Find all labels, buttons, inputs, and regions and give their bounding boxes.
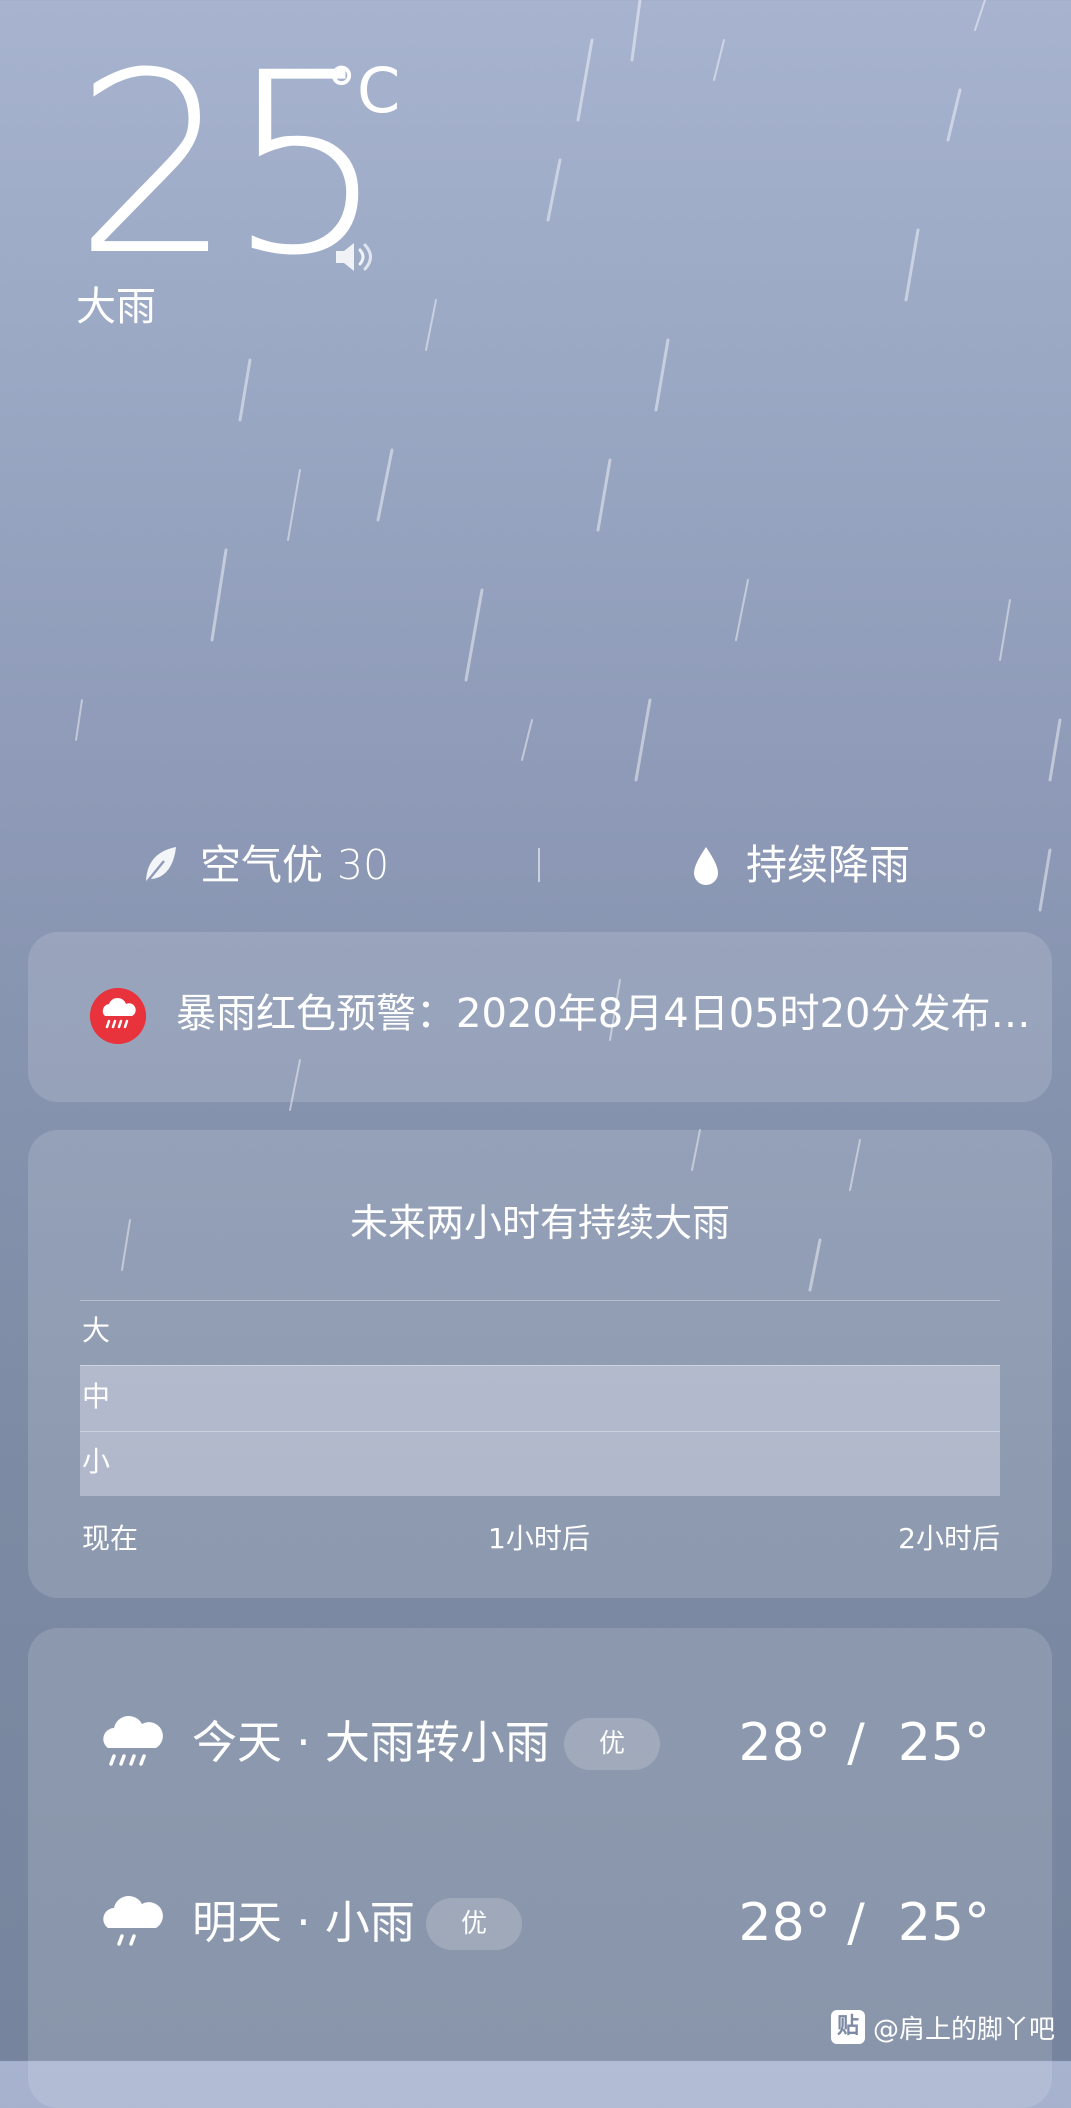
- daily-high: 28°: [738, 1713, 831, 1773]
- daily-temperature-range: 28° / 25°: [738, 1713, 990, 1773]
- air-quality-label: 空气优: [200, 841, 323, 889]
- info-row: 空气优 30 持续降雨: [0, 832, 1071, 898]
- daily-temperature-range: 28° / 25°: [738, 1893, 990, 1953]
- alert-text: 暴雨红色预警：2020年8月4日05时20分发布…: [176, 991, 1031, 1037]
- gridline-top: [80, 1300, 1000, 1301]
- level-label-heavy: 大: [82, 1314, 111, 1347]
- raindrop-icon: [694, 847, 718, 885]
- gridline-medium: [80, 1431, 1000, 1432]
- aqi-badge: 优: [426, 1898, 522, 1950]
- heavy-rain-icon: [103, 1715, 163, 1766]
- forecast-title: 未来两小时有持续大雨: [349, 1201, 730, 1245]
- daily-label: 今天 · 大雨转小雨: [192, 1716, 550, 1769]
- info-divider: [538, 848, 540, 882]
- watermark: 贴 @肩上的脚丫吧: [830, 2006, 1055, 2048]
- rain-status-button[interactable]: 持续降雨: [692, 832, 910, 898]
- air-quality-value: 30: [337, 841, 390, 889]
- level-label-medium: 中: [82, 1380, 111, 1413]
- rain-status-label: 持续降雨: [746, 841, 910, 889]
- precipitation-forecast-card[interactable]: 未来两小时有持续大雨 大 中 小 现在 1小时后 2小时后: [28, 1130, 1052, 1598]
- tieba-logo-icon: 贴: [830, 2010, 865, 2044]
- weather-alert-card[interactable]: 暴雨红色预警：2020年8月4日05时20分发布…: [28, 932, 1052, 1102]
- weather-screen: { "current": { "temperature": "25", "uni…: [0, 0, 1071, 2108]
- daily-low: 25°: [897, 1893, 990, 1953]
- daily-low: 25°: [897, 1713, 990, 1773]
- gridline-heavy: [80, 1365, 1000, 1366]
- watermark-text: @肩上的脚丫吧: [872, 2014, 1055, 2045]
- daily-row-tomorrow[interactable]: 明天 · 小雨 优 28° / 25°: [28, 1878, 1052, 1968]
- daily-label: 明天 · 小雨: [192, 1896, 415, 1949]
- rainstorm-warning-icon: [90, 988, 146, 1044]
- weather-condition: 大雨: [76, 284, 156, 330]
- time-label-1h: 1小时后: [488, 1522, 590, 1555]
- time-label-now: 现在: [82, 1522, 139, 1555]
- precipitation-chart: 大 中 小: [80, 1300, 1000, 1496]
- air-quality-button[interactable]: 空气优 30: [142, 832, 389, 898]
- time-label-2h: 2小时后: [898, 1522, 1000, 1555]
- daily-row-today[interactable]: 今天 · 大雨转小雨 优 28° / 25°: [28, 1698, 1052, 1788]
- speaker-icon[interactable]: [334, 240, 376, 274]
- aqi-badge: 优: [564, 1718, 660, 1770]
- daily-high: 28°: [738, 1893, 831, 1953]
- leaf-icon: [145, 847, 176, 884]
- level-label-light: 小: [82, 1445, 111, 1478]
- light-rain-icon: [103, 1895, 163, 1946]
- temperature-unit: °C: [326, 54, 401, 127]
